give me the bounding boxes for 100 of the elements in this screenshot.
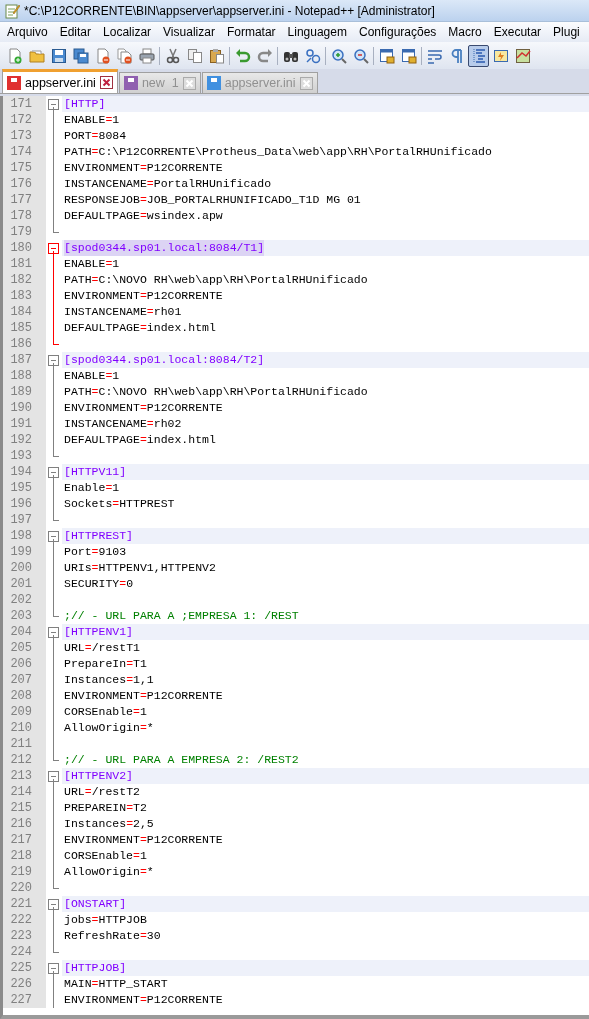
section-header: [HTTP] xyxy=(64,96,106,112)
file-tab[interactable]: appserver.ini xyxy=(2,69,118,93)
code-line: URL=/restT2 xyxy=(64,784,140,800)
collapse-icon[interactable] xyxy=(48,899,59,910)
code-line: ENVIRONMENT=P12CORRENTE xyxy=(64,160,223,176)
line-number: 180 xyxy=(3,240,46,256)
collapse-icon[interactable] xyxy=(48,243,59,254)
menu-item[interactable]: Configurações xyxy=(352,23,443,41)
line-number: 202 xyxy=(3,592,46,608)
code-line: MAIN=HTTP_START xyxy=(64,976,168,992)
section-header: [HTTPV11] xyxy=(64,464,127,480)
line-number: 182 xyxy=(3,272,46,288)
line-number: 189 xyxy=(3,384,46,400)
section-header: [HTTPJOB] xyxy=(64,960,127,976)
line-number: 175 xyxy=(3,160,46,176)
indent-guide-icon[interactable] xyxy=(468,44,489,67)
line-number: 183 xyxy=(3,288,46,304)
code-comment: ;// - URL PARA A ;EMPRESA 1: /REST xyxy=(64,608,299,624)
line-number: 207 xyxy=(3,672,46,688)
code-line: AllowOrigin=* xyxy=(64,864,154,880)
code-line: INSTANCENAME=rh02 xyxy=(64,416,182,432)
section-header: [spod0344.sp01.local:8084/T2] xyxy=(64,352,265,368)
line-number: 181 xyxy=(3,256,46,272)
line-number: 171 xyxy=(3,96,46,112)
line-number: 217 xyxy=(3,832,46,848)
code-line: ENABLE=1 xyxy=(64,112,120,128)
menu-item[interactable]: Executar xyxy=(487,23,548,41)
line-number: 209 xyxy=(3,704,46,720)
line-number: 220 xyxy=(3,880,46,896)
code-comment: ;// - URL PARA A EMPRESA 2: /REST2 xyxy=(64,752,299,768)
line-number: 206 xyxy=(3,656,46,672)
collapse-icon[interactable] xyxy=(48,467,59,478)
code-line: CORSEnable=1 xyxy=(64,704,147,720)
menu-item[interactable]: Formatar xyxy=(220,23,282,41)
line-number: 191 xyxy=(3,416,46,432)
line-number: 227 xyxy=(3,992,46,1008)
menu-item[interactable]: Visualizar xyxy=(157,23,221,41)
close-icon[interactable] xyxy=(99,76,113,89)
collapse-icon[interactable] xyxy=(48,963,59,974)
code-line: URL=/restT1 xyxy=(64,640,140,656)
code-line: DEFAULTPAGE=index.html xyxy=(64,320,216,336)
code-line: CORSEnable=1 xyxy=(64,848,147,864)
collapse-icon[interactable] xyxy=(48,771,59,782)
line-number: 204 xyxy=(3,624,46,640)
line-number: 218 xyxy=(3,848,46,864)
code-line: ENVIRONMENT=P12CORRENTE xyxy=(64,400,223,416)
window-title: *C:\P12CORRENTE\BIN\appserver\appserver.ini - Notepad++ [Administrator] xyxy=(24,3,435,18)
code-line: ENVIRONMENT=P12CORRENTE xyxy=(64,832,223,848)
code-line: Instances=1,1 xyxy=(64,672,154,688)
code-line: INSTANCENAME=rh01 xyxy=(64,304,182,320)
code-line: RefreshRate=30 xyxy=(64,928,161,944)
collapse-icon[interactable] xyxy=(48,627,59,638)
code-line: PATH=C:\P12CORRENTE\Protheus_Data\web\app\RH\PortalRHUnificado xyxy=(64,144,492,160)
line-number: 173 xyxy=(3,128,46,144)
code-line: PORT=8084 xyxy=(64,128,127,144)
code-line: AllowOrigin=* xyxy=(64,720,154,736)
line-number: 178 xyxy=(3,208,46,224)
collapse-icon[interactable] xyxy=(48,99,59,110)
code-line: ENVIRONMENT=P12CORRENTE xyxy=(64,288,223,304)
line-number: 198 xyxy=(3,528,46,544)
line-number: 210 xyxy=(3,720,46,736)
code-line: PrepareIn=T1 xyxy=(64,656,147,672)
line-number: 222 xyxy=(3,912,46,928)
code-line: Port=9103 xyxy=(64,544,127,560)
line-number: 197 xyxy=(3,512,46,528)
notepad-icon xyxy=(4,2,20,19)
line-number: 219 xyxy=(3,864,46,880)
line-number: 194 xyxy=(3,464,46,480)
line-number: 226 xyxy=(3,976,46,992)
collapse-icon[interactable] xyxy=(48,531,59,542)
code-line: jobs=HTTPJOB xyxy=(64,912,147,928)
code-line: Enable=1 xyxy=(64,480,120,496)
line-number: 185 xyxy=(3,320,46,336)
section-header: [ONSTART] xyxy=(64,896,127,912)
menu-item[interactable]: Linguagem xyxy=(281,23,353,41)
line-number: 172 xyxy=(3,112,46,128)
line-number: 184 xyxy=(3,304,46,320)
line-number: 211 xyxy=(3,736,46,752)
section-header: [HTTPREST] xyxy=(64,528,133,544)
line-number: 188 xyxy=(3,368,46,384)
line-number: 213 xyxy=(3,768,46,784)
line-number: 190 xyxy=(3,400,46,416)
line-number: 196 xyxy=(3,496,46,512)
code-line: RESPONSEJOB=JOB_PORTALRHUNIFICADO_T1D MG 01 xyxy=(64,192,361,208)
line-number: 212 xyxy=(3,752,46,768)
menu-item[interactable]: Arquivo xyxy=(1,23,54,41)
code-line: SECURITY=0 xyxy=(64,576,134,592)
line-number: 193 xyxy=(3,448,46,464)
collapse-icon[interactable] xyxy=(48,355,59,366)
menu-item[interactable]: Localizar xyxy=(97,23,158,41)
line-number: 216 xyxy=(3,816,46,832)
code-line: ENABLE=1 xyxy=(64,256,120,272)
code-line: PATH=C:\NOVO RH\web\app\RH\PortalRHUnificado xyxy=(64,272,368,288)
code-line: ENVIRONMENT=P12CORRENTE xyxy=(64,688,223,704)
line-number: 195 xyxy=(3,480,46,496)
line-number: 179 xyxy=(3,224,46,240)
menu-item[interactable]: Macro xyxy=(442,23,488,41)
line-number: 223 xyxy=(3,928,46,944)
menu-item[interactable]: Plugi xyxy=(547,23,586,41)
menu-item[interactable]: Editar xyxy=(53,23,98,41)
